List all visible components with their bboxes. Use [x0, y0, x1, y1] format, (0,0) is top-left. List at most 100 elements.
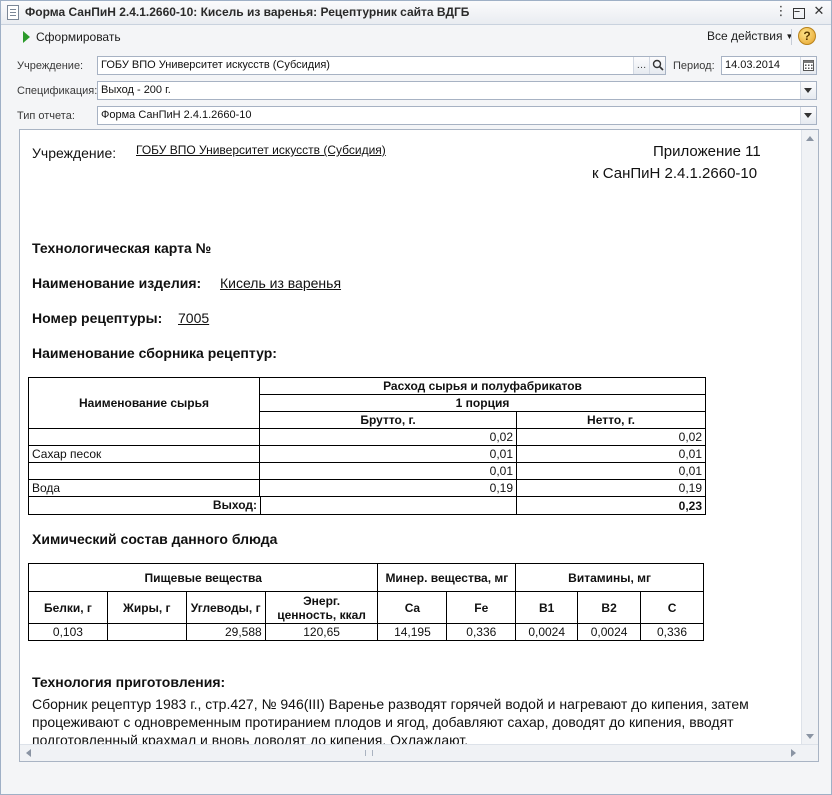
ingredient-net: 0,01: [516, 445, 706, 463]
value-ca: 14,195: [377, 623, 448, 641]
yield-net: 0,23: [516, 496, 706, 515]
period-field[interactable]: 14.03.2014: [721, 56, 817, 75]
spec-select[interactable]: Выход - 200 г.: [97, 81, 817, 100]
spec-label: Спецификация:: [17, 85, 98, 97]
report-institution-value: ГОБУ ВПО Университет искусств (Субсидия): [136, 143, 386, 157]
title-bar: Форма СанПиН 2.4.1.2660-10: Кисель из ва…: [1, 1, 831, 25]
product-name-label: Наименование изделия:: [32, 275, 202, 291]
recipe-number-value: 7005: [178, 310, 210, 326]
tech-card-title: Технологическая карта №: [32, 240, 212, 256]
ingredients-table: Наименование сырья Расход сырья и полуфа…: [28, 377, 706, 515]
ingredient-net: 0,02: [516, 428, 706, 446]
spec-dropdown-button[interactable]: [800, 82, 816, 99]
chevron-down-icon: ▼: [785, 32, 794, 42]
calendar-icon[interactable]: [800, 57, 816, 74]
scroll-right-icon[interactable]: [791, 749, 796, 757]
col-b2: B2: [577, 591, 642, 624]
value-fe: 0,336: [446, 623, 517, 641]
table-row: 0,01 0,01: [28, 462, 706, 480]
col-b1: B1: [515, 591, 579, 624]
vertical-scrollbar[interactable]: [801, 130, 818, 745]
appendix-line-2: к СанПиН 2.4.1.2660-10: [592, 165, 758, 182]
header-consumption: Расход сырья и полуфабрикатов: [259, 377, 706, 395]
report-type-select[interactable]: Форма СанПиН 2.4.1.2660-10: [97, 106, 817, 125]
header-portion: 1 порция: [259, 394, 706, 412]
ingredient-name: Сахар песок: [28, 445, 260, 463]
col-carbs: Углеводы, г: [185, 591, 266, 624]
col-c: C: [640, 591, 704, 624]
product-name-value: Кисель из варенья: [220, 275, 342, 291]
yield-gross: [260, 497, 516, 514]
horizontal-scrollbar[interactable]: [20, 744, 818, 761]
institution-label: Учреждение:: [17, 60, 84, 72]
toolbar-separator: [791, 29, 792, 45]
recipe-book-label: Наименование сборника рецептур:: [32, 345, 277, 361]
header-net: Нетто, г.: [516, 411, 706, 429]
chem-table: Пищевые вещества Минер. вещества, мг Вит…: [27, 563, 704, 641]
scroll-up-icon[interactable]: [806, 136, 814, 141]
period-value: 14.03.2014: [725, 59, 781, 71]
value-b1: 0,0024: [515, 623, 579, 641]
scroll-grip-icon: [365, 750, 373, 756]
all-actions-label: Все действия: [707, 29, 783, 43]
ingredient-gross: 0,01: [259, 462, 517, 480]
group-vitamins: Витамины, мг: [515, 563, 704, 592]
yield-cell: Выход:: [28, 496, 517, 515]
ingredient-net: 0,01: [516, 462, 706, 480]
ingredient-gross: 0,01: [259, 445, 517, 463]
more-icon[interactable]: ⋮: [773, 5, 789, 19]
ingredient-gross: 0,19: [259, 479, 517, 497]
header-gross: Брутто, г.: [259, 411, 517, 429]
table-row: 0,02 0,02: [28, 428, 706, 446]
play-icon: [23, 31, 30, 43]
col-protein: Белки, г: [28, 591, 108, 624]
value-fat: [106, 623, 187, 641]
ingredient-net: 0,19: [516, 479, 706, 497]
document-icon: [7, 5, 19, 20]
appendix-line-1: Приложение 11: [653, 143, 761, 160]
recipe-number-label: Номер рецептуры:: [32, 310, 163, 326]
ingredient-name: [28, 428, 260, 446]
ingredient-name: [28, 462, 260, 480]
value-b2: 0,0024: [577, 623, 642, 641]
col-energy-line-1: Энерг.: [303, 593, 341, 608]
ellipsis-icon[interactable]: …: [633, 57, 649, 74]
value-protein: 0,103: [28, 623, 108, 641]
header-ingredient-name: Наименование сырья: [28, 377, 260, 429]
all-actions-menu[interactable]: Все действия ▼: [707, 29, 793, 43]
scroll-down-icon[interactable]: [806, 734, 814, 739]
report-type-label: Тип отчета:: [17, 110, 75, 122]
col-fat: Жиры, г: [106, 591, 187, 624]
period-label: Период:: [673, 60, 715, 72]
report-type-dropdown-button[interactable]: [800, 107, 816, 124]
value-c: 0,336: [640, 623, 704, 641]
report-document[interactable]: Учреждение: ГОБУ ВПО Университет искусст…: [19, 129, 819, 762]
institution-value: ГОБУ ВПО Университет искусств (Субсидия): [101, 59, 330, 71]
table-row: Вода 0,19 0,19: [28, 479, 706, 497]
institution-field[interactable]: ГОБУ ВПО Университет искусств (Субсидия)…: [97, 56, 666, 75]
group-minerals: Минер. вещества, мг: [377, 563, 517, 592]
spec-value: Выход - 200 г.: [101, 84, 171, 96]
toolbar: Сформировать Все действия ▼ ?: [1, 25, 831, 49]
generate-button[interactable]: Сформировать: [23, 28, 121, 46]
report-institution-label: Учреждение:: [32, 145, 117, 161]
scroll-left-icon[interactable]: [26, 749, 31, 757]
help-icon[interactable]: ?: [798, 27, 816, 45]
value-carbs: 29,588: [185, 623, 266, 641]
tech-title: Технология приготовления:: [32, 674, 226, 690]
col-ca: Ca: [377, 591, 448, 624]
chevron-down-icon: [804, 88, 812, 93]
close-button[interactable]: ✕: [811, 5, 827, 19]
table-row: 0,103 29,588 120,65 14,195 0,336 0,0024 …: [28, 623, 704, 641]
chevron-down-icon: [804, 113, 812, 118]
window-title: Форма СанПиН 2.4.1.2660-10: Кисель из ва…: [25, 5, 470, 19]
report-window: Форма СанПиН 2.4.1.2660-10: Кисель из ва…: [0, 0, 832, 795]
col-energy-line-2: ценность, ккал: [277, 607, 366, 622]
generate-label: Сформировать: [36, 30, 121, 44]
chem-title: Химический состав данного блюда: [32, 531, 278, 547]
maximize-button[interactable]: [793, 8, 805, 19]
col-energy: Энерг. ценность, ккал: [264, 591, 379, 624]
search-icon[interactable]: [649, 57, 665, 74]
tech-text: Сборник рецептур 1983 г., стр.427, № 946…: [32, 696, 749, 748]
col-fe: Fe: [446, 591, 517, 624]
